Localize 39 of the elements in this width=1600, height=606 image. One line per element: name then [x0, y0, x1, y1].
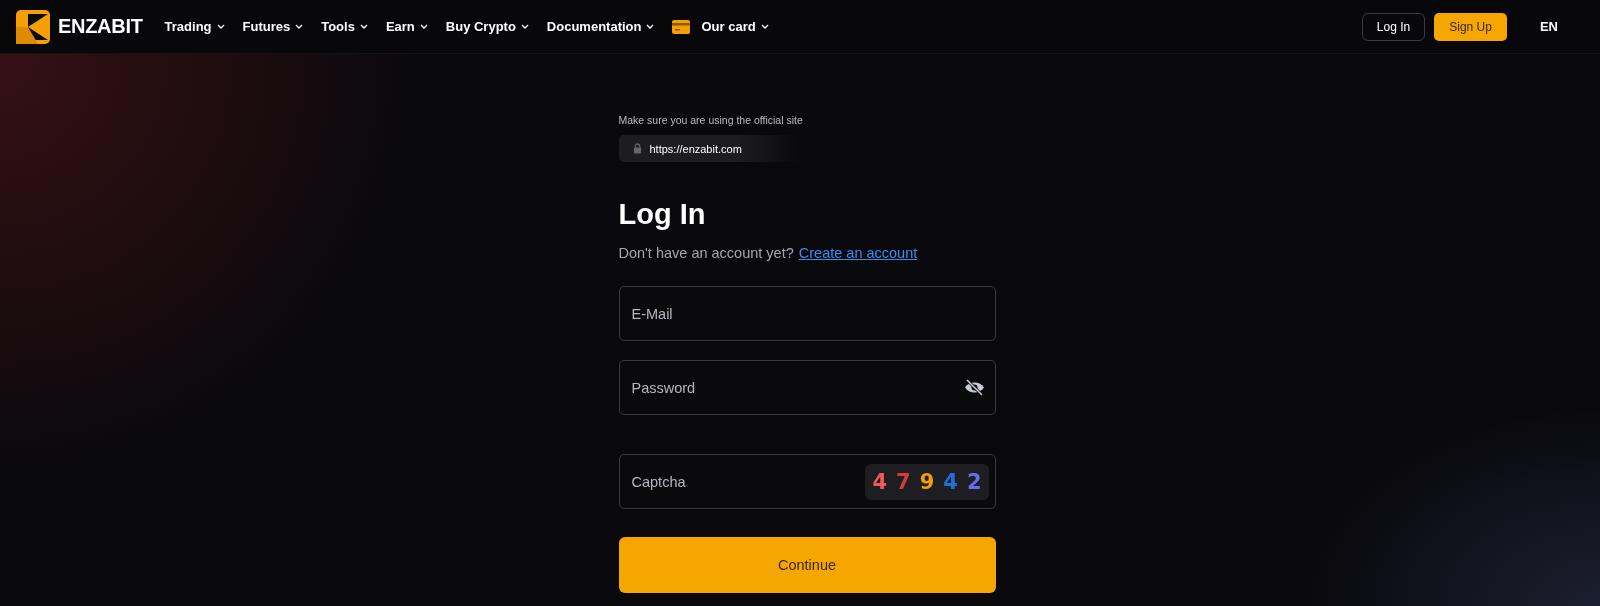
signup-button[interactable]: Sign Up [1434, 12, 1507, 41]
page-title: Log In [618, 198, 706, 231]
nav-menu[interactable]: Documentation [546, 19, 655, 34]
email-field[interactable]: E-Mail [618, 286, 996, 341]
prompt-text: Don't have an account yet? [618, 245, 794, 261]
nav-menu[interactable]: Trading [164, 19, 225, 34]
language-selector[interactable]: EN [1539, 19, 1558, 34]
chevron-down-icon [216, 24, 225, 29]
logo-icon[interactable] [16, 9, 50, 44]
chevron-down-icon [359, 24, 368, 29]
chevron-down-icon [646, 24, 655, 29]
create-account-link[interactable]: Create an account [798, 245, 918, 261]
brand-name[interactable]: ENZABIT [58, 15, 143, 38]
login-button[interactable]: Log In [1361, 12, 1426, 41]
captcha-image[interactable]: 4 7 9 4 2 [865, 463, 989, 500]
continue-button[interactable]: Continue [618, 537, 996, 593]
captcha-input[interactable]: Captcha [629, 472, 866, 491]
chevron-down-icon [295, 24, 304, 29]
password-input[interactable]: Password [629, 378, 964, 397]
nav-menu[interactable]: Tools [321, 19, 368, 34]
captcha-field[interactable]: Captcha 4 7 9 4 2 [618, 454, 996, 509]
nav-menu[interactable]: Futures [242, 19, 304, 34]
lock-icon [632, 143, 642, 154]
nav-menu[interactable]: Our card [672, 19, 769, 34]
chevron-down-icon [419, 24, 428, 29]
text-input[interactable]: E-Mail [629, 304, 985, 323]
captcha-digit: 7 [896, 469, 911, 494]
notice-text: Make sure you are using the official site [618, 114, 803, 126]
captcha-digit: 2 [966, 469, 982, 494]
chevron-down-icon [520, 24, 529, 29]
chevron-down-icon [760, 24, 769, 29]
captcha-digit: 4 [943, 469, 958, 494]
captcha-digit: 9 [919, 469, 935, 494]
eye-slash-icon[interactable] [963, 379, 985, 396]
password-field[interactable]: Password [618, 360, 996, 415]
nav-menu[interactable]: Earn [385, 19, 428, 34]
url-text: https://enzabit.com [649, 142, 742, 155]
captcha-digit: 4 [872, 469, 887, 494]
nav-menu[interactable]: Buy Crypto [445, 19, 529, 34]
